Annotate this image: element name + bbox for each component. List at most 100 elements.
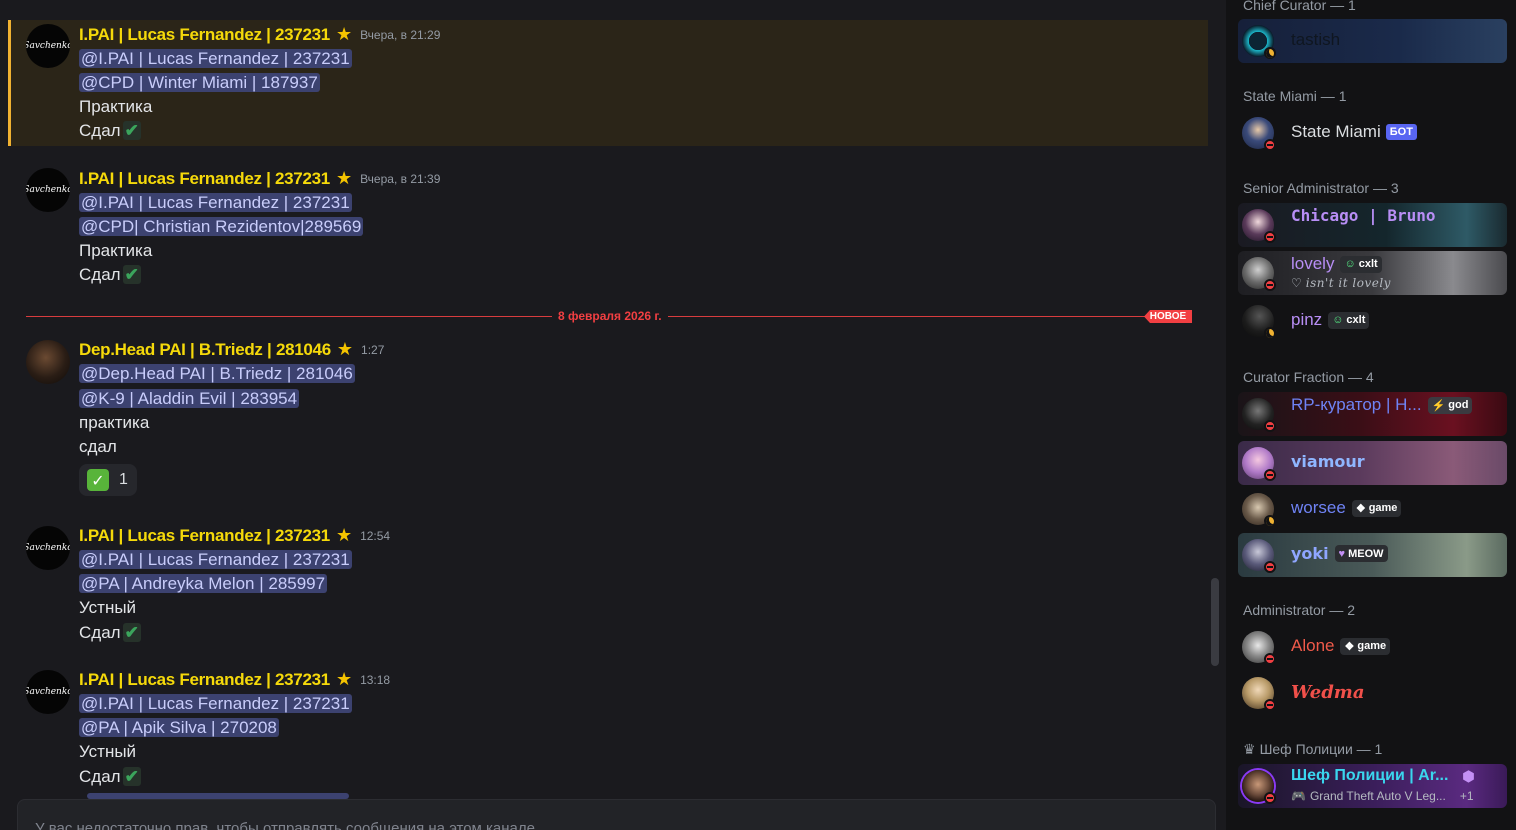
member-list: Chief Curator — 1 tastish State Miami — … xyxy=(1226,0,1516,830)
avatar-logo-text: Savchenko xyxy=(26,41,70,51)
member-name: State Miami БОТ xyxy=(1291,122,1417,142)
message-timestamp[interactable]: 13:18 xyxy=(360,673,390,687)
reaction-button[interactable]: ✓ 1 xyxy=(79,464,137,496)
message-line: Сдал ✔ xyxy=(79,119,141,142)
star-icon: ★ xyxy=(335,24,353,45)
dnd-status-icon xyxy=(1264,231,1276,243)
member-item[interactable]: viamour xyxy=(1238,441,1507,485)
custom-status: ♡ isn't it lovely xyxy=(1291,276,1391,290)
member-item[interactable]: tastish xyxy=(1238,19,1507,63)
message-text: Сдал xyxy=(79,121,121,140)
member-item[interactable]: yoki ♥ MEOW xyxy=(1238,533,1507,577)
user-avatar[interactable]: Savchenko xyxy=(26,670,70,714)
message-text: Практика xyxy=(79,241,153,260)
member-item[interactable]: Alone ❖ game xyxy=(1238,625,1507,669)
message-text: Практика xyxy=(79,97,153,116)
guild-tag: ❖ game xyxy=(1340,637,1391,655)
user-avatar[interactable] xyxy=(26,340,70,384)
message-line: @K-9 | Aladdin Evil | 283954 xyxy=(79,387,300,410)
dnd-status-icon xyxy=(1264,279,1276,291)
member-name: Alone ❖ game xyxy=(1291,636,1391,656)
member-activity: 🎮 Grand Theft Auto V Leg... +1 xyxy=(1291,789,1474,803)
member-item[interactable]: worsee ❖ game xyxy=(1238,487,1507,531)
member-item[interactable]: State Miami БОТ xyxy=(1238,111,1507,155)
message-line: @I.PAI | Lucas Fernandez | 237231 xyxy=(79,191,352,214)
gamepad-icon: 🎮 xyxy=(1291,789,1306,803)
member-name: Wedma xyxy=(1291,682,1365,703)
message-timestamp[interactable]: 12:54 xyxy=(360,529,390,543)
member-item[interactable]: lovely ☺ cxlt ♡ isn't it lovely xyxy=(1238,251,1507,295)
user-avatar[interactable]: Savchenko xyxy=(26,526,70,570)
message-line: @I.PAI | Lucas Fernandez | 237231 xyxy=(79,47,352,70)
crown-icon: ♛ xyxy=(1243,740,1256,757)
idle-status-icon xyxy=(1264,515,1276,527)
message-author[interactable]: I.PAI | Lucas Fernandez | 237231 xyxy=(79,169,330,189)
check-mark-icon: ✔ xyxy=(122,121,141,140)
user-mention[interactable]: @CPD | Winter Miami | 187937 xyxy=(79,73,320,92)
avatar-logo-text: Savchenko xyxy=(26,185,70,195)
avatar-logo-text: Savchenko xyxy=(26,543,70,553)
message-text: Устный xyxy=(79,598,137,617)
message-header: I.PAI | Lucas Fernandez | 237231 ★ Вчера… xyxy=(79,24,440,46)
member-name: yoki ♥ MEOW xyxy=(1291,544,1388,563)
message-timestamp[interactable]: Вчера, в 21:29 xyxy=(360,28,440,42)
member-name: Шеф Полиции | Ar... ⬢ xyxy=(1291,767,1475,785)
member-item[interactable]: pinz ☺ cxlt xyxy=(1238,299,1507,343)
chat-panel: Savchenko I.PAI | Lucas Fernandez | 2372… xyxy=(0,0,1226,830)
guild-tag-text: game xyxy=(1357,640,1387,652)
member-name-text: Шеф Полиции | Ar... xyxy=(1291,767,1449,784)
member-item[interactable]: Chicago | Bruno xyxy=(1238,203,1507,247)
guild-tag-text: game xyxy=(1368,502,1398,514)
new-badge[interactable]: НОВОЕ xyxy=(1144,310,1192,323)
member-item[interactable]: Шеф Полиции | Ar... ⬢ 🎮 Grand Theft Auto V… xyxy=(1238,764,1507,808)
message-author[interactable]: I.PAI | Lucas Fernandez | 237231 xyxy=(79,670,330,690)
user-avatar[interactable]: Savchenko xyxy=(26,24,70,68)
message-line: Сдал ✔ xyxy=(79,263,141,286)
user-mention[interactable]: @I.PAI | Lucas Fernandez | 237231 xyxy=(79,694,352,713)
member-name-text: RP-куратор | H... xyxy=(1291,395,1422,414)
dnd-status-icon xyxy=(1264,561,1276,573)
message-input-disabled: У вас недостаточно прав, чтобы отправлят… xyxy=(17,799,1216,830)
message-line: Сдал ✔ xyxy=(79,765,141,788)
message-header: Dep.Head PAI | B.Triedz | 281046 ★ 1:27 xyxy=(79,339,384,361)
message-text: Сдал xyxy=(79,767,121,786)
member-name: pinz ☺ cxlt xyxy=(1291,310,1370,330)
guild-tag-text: cxlt xyxy=(1358,258,1378,270)
guild-tag: ☺ cxlt xyxy=(1340,255,1382,273)
category-header: Chief Curator — 1 xyxy=(1243,0,1356,13)
message-text: практика xyxy=(79,413,150,432)
dnd-status-icon xyxy=(1264,420,1276,432)
member-name-text: Alone xyxy=(1291,636,1335,655)
guild-tag: ❖ game xyxy=(1351,499,1402,517)
message-text: сдал xyxy=(79,437,117,456)
message-timestamp[interactable]: 1:27 xyxy=(361,343,384,357)
user-mention[interactable]: @K-9 | Aladdin Evil | 283954 xyxy=(79,389,300,408)
guild-tag: ⚡ god xyxy=(1427,396,1473,414)
user-mention[interactable]: @I.PAI | Lucas Fernandez | 237231 xyxy=(79,550,352,569)
member-name-text: worsee xyxy=(1291,498,1346,517)
message-timestamp[interactable]: Вчера, в 21:39 xyxy=(360,172,440,186)
member-item[interactable]: Wedma xyxy=(1238,671,1507,715)
message-author[interactable]: I.PAI | Lucas Fernandez | 237231 xyxy=(79,526,330,546)
dnd-status-icon xyxy=(1264,139,1276,151)
user-mention[interactable]: @Dep.Head PAI | B.Triedz | 281046 xyxy=(79,364,355,383)
member-name: worsee ❖ game xyxy=(1291,498,1402,518)
user-mention[interactable]: @PA | Apik Silva | 270208 xyxy=(79,718,279,737)
star-icon: ★ xyxy=(335,525,353,546)
user-mention[interactable]: @I.PAI | Lucas Fernandez | 237231 xyxy=(79,49,352,68)
member-name: RP-куратор | H... ⚡ god xyxy=(1291,395,1473,415)
user-mention[interactable]: @PA | Andreyka Melon | 285997 xyxy=(79,574,328,593)
chat-scrollbar[interactable] xyxy=(1211,578,1219,666)
activity-extra: +1 xyxy=(1459,789,1474,803)
member-item[interactable]: RP-куратор | H... ⚡ god xyxy=(1238,392,1507,436)
dnd-status-icon xyxy=(1264,699,1276,711)
message-author[interactable]: I.PAI | Lucas Fernandez | 237231 xyxy=(79,25,330,45)
star-icon: ★ xyxy=(335,168,353,189)
category-header: Administrator — 2 xyxy=(1243,602,1356,618)
message-line: @CPD| Christian Rezidentov|289569 xyxy=(79,215,364,238)
user-mention[interactable]: @CPD| Christian Rezidentov|289569 xyxy=(79,217,364,236)
member-name-text: State Miami xyxy=(1291,122,1381,141)
user-mention[interactable]: @I.PAI | Lucas Fernandez | 237231 xyxy=(79,193,352,212)
user-avatar[interactable]: Savchenko xyxy=(26,168,70,212)
message-author[interactable]: Dep.Head PAI | B.Triedz | 281046 xyxy=(79,340,331,360)
